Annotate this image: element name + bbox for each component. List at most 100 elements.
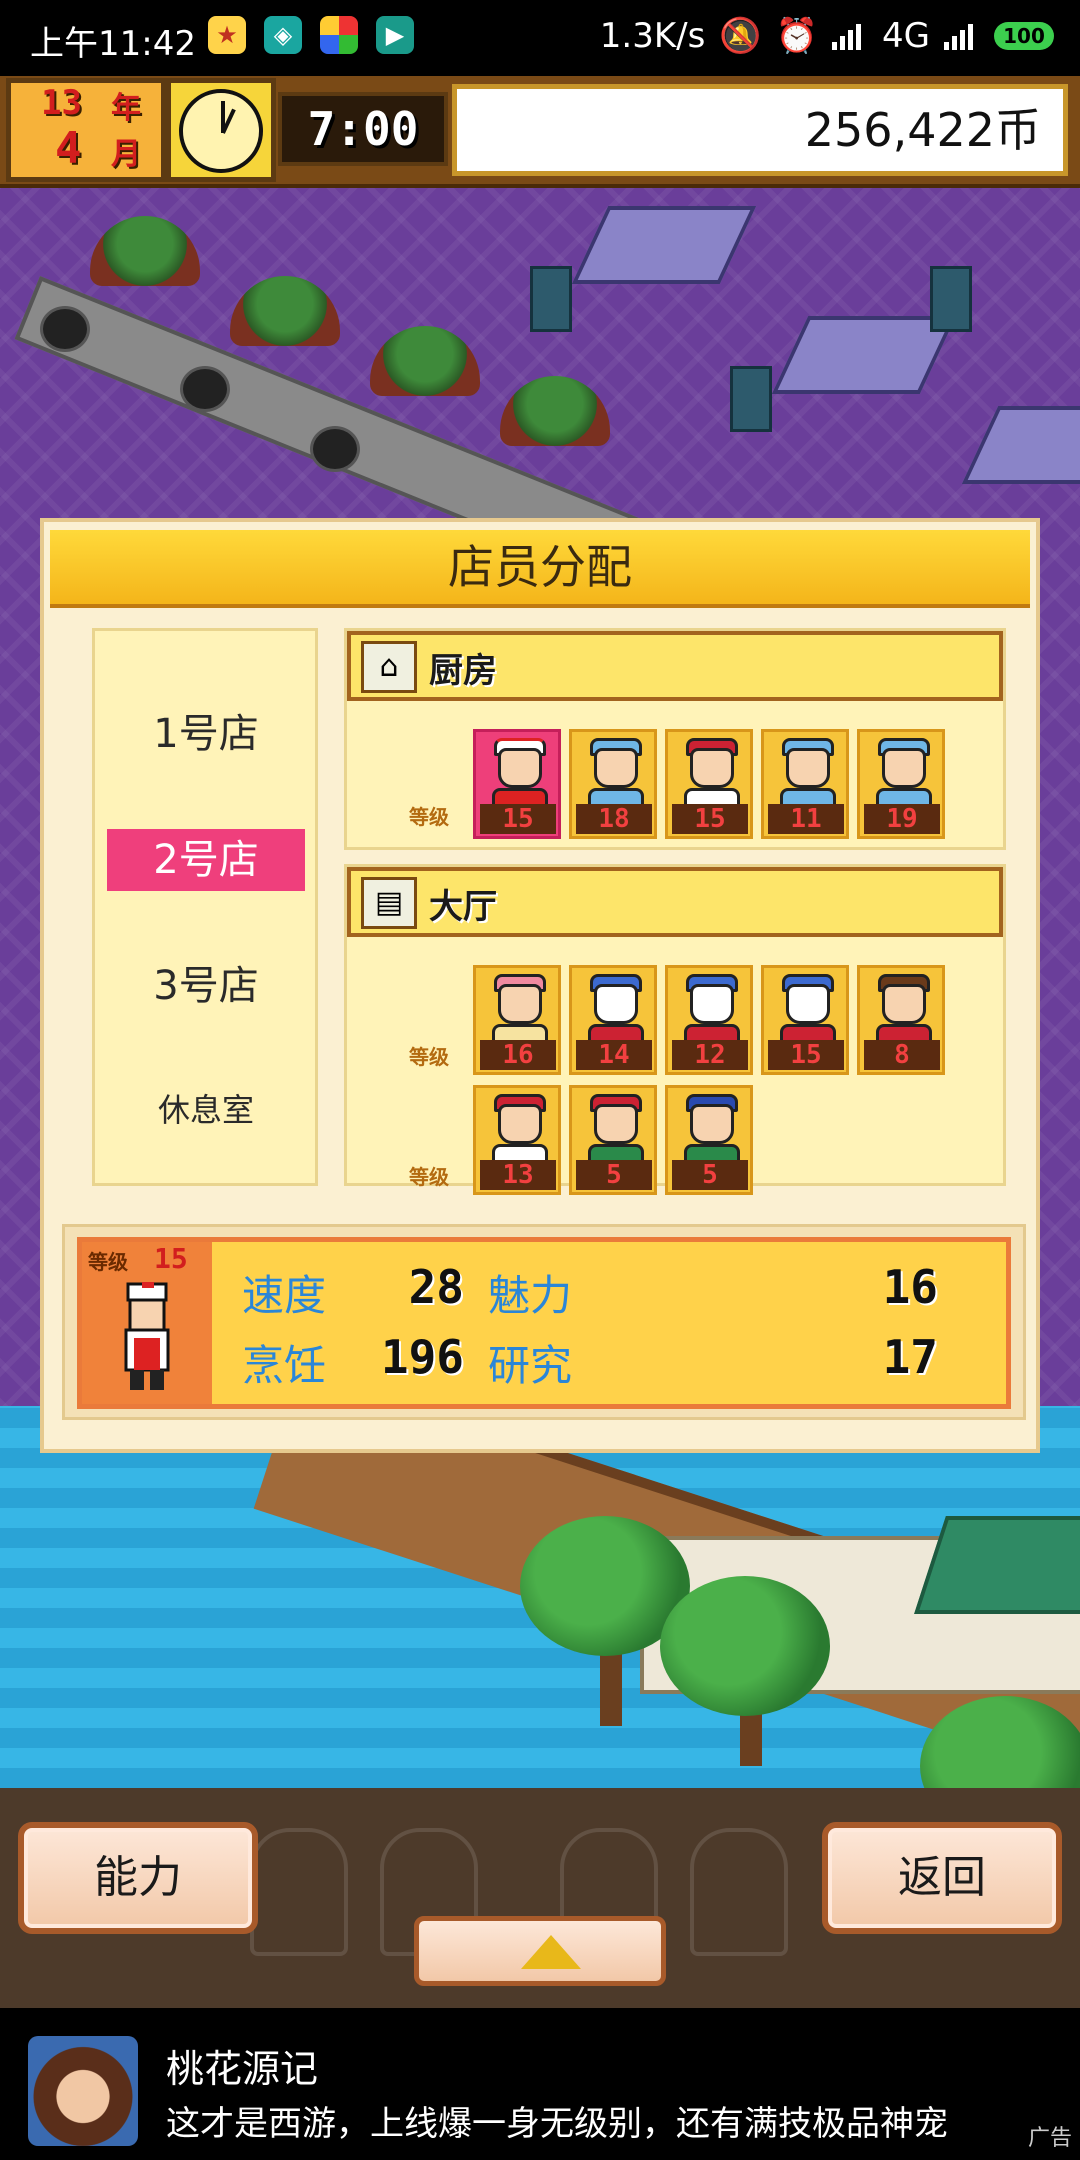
ability-button[interactable]: 能力 [18, 1822, 258, 1934]
ad-description[interactable]: 这才是西游，上线爆一身无级别，还有满技极品神宠 [166, 2096, 948, 2145]
staff-slot[interactable]: 18 [569, 729, 657, 839]
status-time: 上午11:42 [30, 24, 196, 64]
stool [40, 306, 90, 352]
staff-slot[interactable]: 5 [665, 1085, 753, 1195]
star-app-icon: ★ [208, 16, 246, 54]
face [882, 984, 926, 1024]
staff-slot[interactable]: 12 [665, 965, 753, 1075]
back-button[interactable]: 返回 [822, 1822, 1062, 1934]
level-label: 等级 [409, 1165, 449, 1189]
staff-level: 5 [672, 1160, 748, 1190]
staff-assignment-dialog: 店员分配 1号店 2号店 3号店 休息室 ⌂ 厨房 等级 15 18 15 11… [40, 518, 1040, 1453]
signal-icon [832, 22, 868, 50]
colorful-app-icon [320, 16, 358, 54]
hall-section: ▤ 大厅 等级 等级 16 14 12 15 8 13 5 5 [344, 864, 1006, 1195]
level-label: 等级 [409, 805, 449, 829]
stat-value-cooking: 196 [380, 1330, 464, 1384]
face [690, 748, 734, 788]
face [786, 748, 830, 788]
stat-label-cooking: 烹饪 [242, 1341, 327, 1390]
store-item-breakroom[interactable]: 休息室 [107, 1079, 305, 1141]
face [594, 748, 638, 788]
staff-level: 8 [864, 1040, 940, 1070]
face [690, 1104, 734, 1144]
staff-slot[interactable]: 5 [569, 1085, 657, 1195]
battery-icon: 100 [994, 22, 1054, 50]
staff-level: 11 [768, 804, 844, 834]
ad-title[interactable]: 桃花源记 [166, 2038, 318, 2093]
staff-slot[interactable]: 14 [569, 965, 657, 1075]
staff-slot[interactable]: 19 [857, 729, 945, 839]
ad-banner[interactable]: 桃花源记 这才是西游，上线爆一身无级别，还有满技极品神宠 广告 [0, 2008, 1080, 2160]
money-display: 256,422币 [452, 84, 1068, 176]
stat-label-charm: 魅力 [488, 1271, 573, 1320]
year-unit: 年 [111, 91, 141, 126]
chef-avatar-icon [124, 1282, 170, 1390]
tree [660, 1576, 830, 1716]
staff-slot[interactable]: 11 [761, 729, 849, 839]
month-value: 4 [55, 123, 82, 174]
staff-level: 18 [576, 804, 652, 834]
ad-tag: 广告 [1027, 2126, 1072, 2151]
level-label: 等级 [409, 1045, 449, 1069]
signal-icon-2 [944, 22, 980, 50]
kitchen-icon: ⌂ [361, 641, 417, 693]
clock-minute-hand [221, 101, 225, 133]
chair [530, 266, 572, 332]
stat-value-charm: 16 [882, 1260, 938, 1314]
date-display: 13 年 4 月 [6, 78, 166, 182]
kitchen-header: ⌂ 厨房 [347, 631, 1003, 701]
kitchen-silhouette-icon [690, 1828, 788, 1956]
staff-slot[interactable]: 15 [665, 729, 753, 839]
face [498, 748, 542, 788]
staff-level: 16 [480, 1040, 556, 1070]
face [690, 984, 734, 1024]
status-bar: 上午11:42 ★ ◈ ▶ 1.3K/s 🔕 ⏰ 4G 100 [0, 0, 1080, 76]
staff-detail-card: 等级 15 速度 28 魅力 16 烹饪 196 研究 17 [77, 1237, 1011, 1409]
hall-label: 大厅 [429, 887, 497, 927]
staff-slot[interactable]: 8 [857, 965, 945, 1075]
store-item-2[interactable]: 2号店 [107, 829, 305, 891]
stool [180, 366, 230, 412]
staff-level: 14 [576, 1040, 652, 1070]
ad-avatar[interactable] [28, 2036, 138, 2146]
month-unit: 月 [111, 137, 141, 172]
stat-label-research: 研究 [488, 1341, 573, 1390]
staff-level: 5 [576, 1160, 652, 1190]
stool [310, 426, 360, 472]
chair [930, 266, 972, 332]
kitchen-silhouette-icon [250, 1828, 348, 1956]
staff-detail-panel: 等级 15 速度 28 魅力 16 烹饪 196 研究 17 [62, 1224, 1026, 1420]
staff-level: 19 [864, 804, 940, 834]
face [498, 1104, 542, 1144]
clock-face [179, 89, 263, 173]
kitchen-section: ⌂ 厨房 等级 15 18 15 11 19 [344, 628, 1006, 850]
bottom-bar: 能力 返回 [0, 1788, 1080, 2008]
expand-button[interactable] [414, 1916, 666, 1986]
alarm-icon: ⏰ [775, 16, 819, 56]
staff-slot[interactable]: 13 [473, 1085, 561, 1195]
staff-slot[interactable]: 15 [761, 965, 849, 1075]
hall-header: ▤ 大厅 [347, 867, 1003, 937]
status-right: 1.3K/s 🔕 ⏰ 4G 100 [600, 16, 1054, 56]
store-item-3[interactable]: 3号店 [107, 955, 305, 1017]
stat-label-speed: 速度 [242, 1271, 327, 1320]
store-item-1[interactable]: 1号店 [107, 703, 305, 765]
app-notification-icon: ◈ [264, 16, 302, 54]
staff-level: 13 [480, 1160, 556, 1190]
stat-value-speed: 28 [408, 1260, 464, 1314]
face [594, 1104, 638, 1144]
mute-icon: 🔕 [719, 16, 762, 56]
game-time: 7:00 [278, 92, 448, 166]
staff-slot[interactable]: 15 [473, 729, 561, 839]
staff-slot[interactable]: 16 [473, 965, 561, 1075]
face [882, 748, 926, 788]
face [498, 984, 542, 1024]
hall-icon: ▤ [361, 877, 417, 929]
staff-level: 12 [672, 1040, 748, 1070]
notification-icons: ★ ◈ ▶ [208, 16, 414, 54]
staff-level: 15 [768, 1040, 844, 1070]
game-app-icon: ▶ [376, 16, 414, 54]
chair [730, 366, 772, 432]
staff-level: 15 [672, 804, 748, 834]
